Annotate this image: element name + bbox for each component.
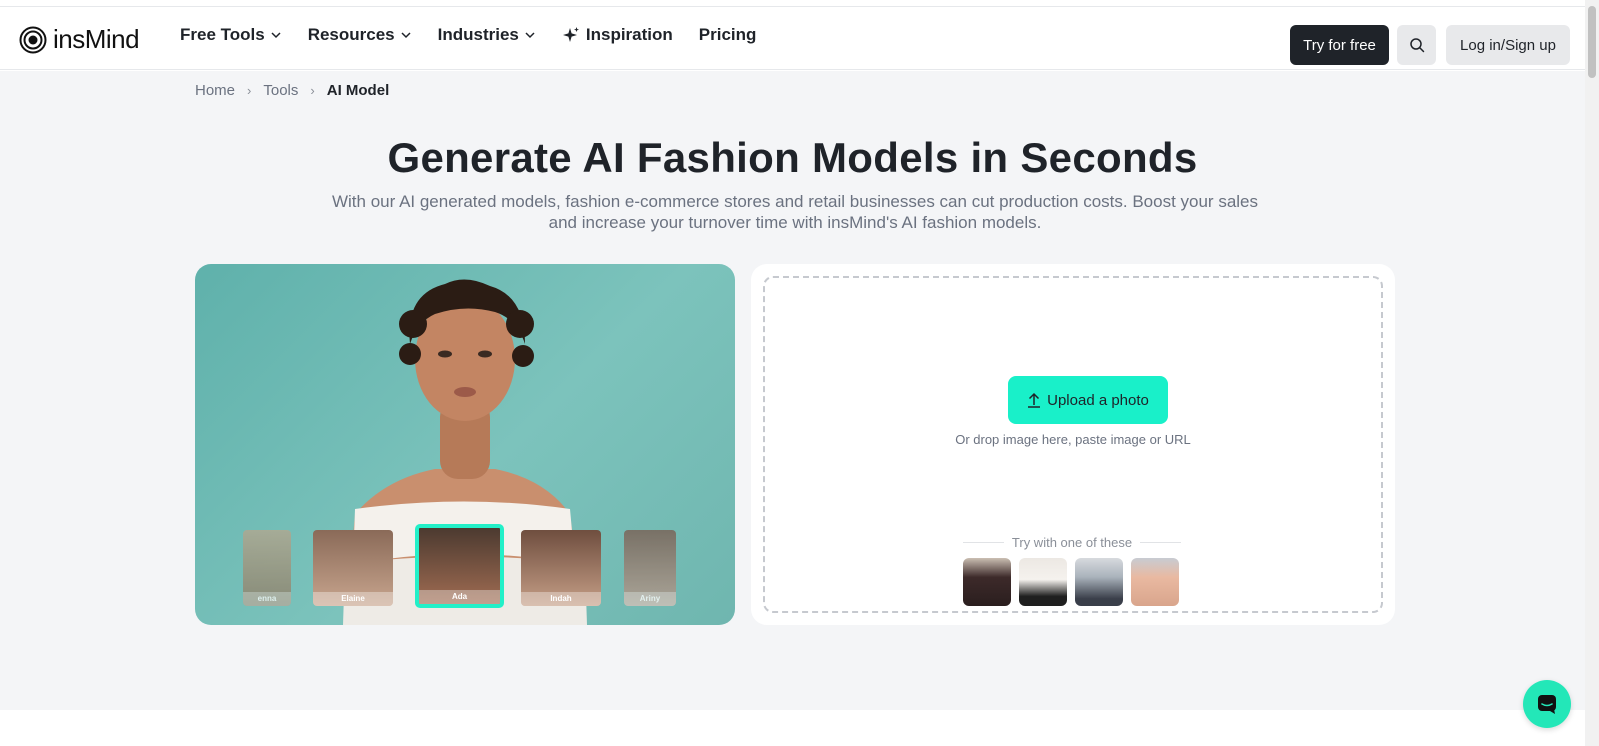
model-thumb-label: Elaine bbox=[313, 592, 393, 606]
chevron-down-icon bbox=[271, 32, 281, 39]
model-thumb-ada[interactable]: Ada bbox=[415, 524, 504, 608]
model-thumb-enna[interactable]: enna bbox=[243, 530, 291, 606]
divider bbox=[1140, 542, 1181, 543]
page-subtitle: With our AI generated models, fashion e-… bbox=[331, 192, 1259, 232]
breadcrumb-tools[interactable]: Tools bbox=[263, 82, 298, 99]
scrollbar-thumb[interactable] bbox=[1588, 6, 1596, 78]
nav-pricing-label: Pricing bbox=[698, 25, 757, 44]
main-content: Home › Tools › AI Model Generate AI Fash… bbox=[0, 71, 1585, 710]
nav-pricing[interactable]: Pricing bbox=[699, 25, 757, 45]
upload-photo-label: Upload a photo bbox=[1047, 391, 1149, 409]
try-samples-label: Try with one of these bbox=[963, 535, 1181, 550]
drop-hint: Or drop image here, paste image or URL bbox=[955, 432, 1191, 447]
chevron-down-icon bbox=[401, 32, 411, 39]
logo[interactable]: insMind bbox=[19, 24, 140, 55]
try-for-free-button[interactable]: Try for free bbox=[1290, 25, 1389, 65]
chevron-down-icon bbox=[525, 32, 535, 39]
breadcrumb-current: AI Model bbox=[326, 82, 390, 99]
breadcrumb: Home › Tools › AI Model bbox=[195, 82, 389, 99]
sample-white-tshirt[interactable] bbox=[1019, 558, 1067, 606]
insmind-logo-icon bbox=[19, 26, 47, 53]
search-icon bbox=[1409, 38, 1424, 53]
nav-resources-label: Resources bbox=[307, 25, 395, 44]
sample-images bbox=[963, 558, 1179, 606]
nav-free-tools[interactable]: Free Tools bbox=[180, 25, 282, 45]
chevron-right-icon: › bbox=[247, 83, 252, 98]
chat-button[interactable] bbox=[1523, 680, 1571, 728]
chevron-right-icon: › bbox=[310, 83, 315, 98]
divider bbox=[963, 542, 1004, 543]
page-bottom-section bbox=[0, 710, 1585, 746]
search-button[interactable] bbox=[1397, 25, 1436, 65]
breadcrumb-home[interactable]: Home bbox=[195, 82, 235, 99]
site-header: insMind Free Tools Resources Industries … bbox=[0, 7, 1585, 70]
sample-black-dress[interactable] bbox=[963, 558, 1011, 606]
model-thumb-label: Ariny bbox=[624, 592, 676, 606]
scrollbar[interactable] bbox=[1585, 0, 1599, 746]
upload-photo-button[interactable]: Upload a photo bbox=[1008, 376, 1168, 424]
login-signup-button[interactable]: Log in/Sign up bbox=[1446, 25, 1570, 65]
upload-panel: Upload a photo Or drop image here, paste… bbox=[751, 264, 1395, 625]
model-thumb-label: Indah bbox=[521, 592, 601, 606]
nav-inspiration[interactable]: Inspiration bbox=[562, 25, 673, 45]
nav-industries[interactable]: Industries bbox=[438, 25, 536, 45]
hero-model-preview: enna Elaine Ada Indah Ariny bbox=[195, 264, 735, 625]
model-thumb-label: Ada bbox=[419, 590, 500, 604]
sample-grey-sweater[interactable] bbox=[1075, 558, 1123, 606]
top-border bbox=[0, 0, 1599, 7]
model-selector: enna Elaine Ada Indah Ariny bbox=[243, 524, 683, 608]
main-nav: Free Tools Resources Industries Inspirat… bbox=[180, 25, 782, 45]
chat-icon bbox=[1538, 695, 1556, 714]
logo-text: insMind bbox=[53, 24, 140, 54]
model-thumb-indah[interactable]: Indah bbox=[521, 530, 601, 606]
nav-resources[interactable]: Resources bbox=[308, 25, 412, 45]
upload-icon bbox=[1028, 392, 1041, 408]
model-thumb-label: enna bbox=[243, 592, 291, 606]
model-thumb-elaine[interactable]: Elaine bbox=[313, 530, 393, 606]
nav-free-tools-label: Free Tools bbox=[180, 25, 265, 44]
sample-peach-shirt[interactable] bbox=[1131, 558, 1179, 606]
nav-industries-label: Industries bbox=[437, 25, 519, 44]
drop-zone[interactable]: Upload a photo Or drop image here, paste… bbox=[763, 276, 1383, 613]
sparkle-icon bbox=[562, 27, 579, 42]
page-title: Generate AI Fashion Models in Seconds bbox=[387, 134, 1198, 181]
nav-inspiration-label: Inspiration bbox=[585, 25, 673, 44]
try-samples-text: Try with one of these bbox=[1011, 535, 1133, 550]
model-thumb-ariny[interactable]: Ariny bbox=[624, 530, 676, 606]
